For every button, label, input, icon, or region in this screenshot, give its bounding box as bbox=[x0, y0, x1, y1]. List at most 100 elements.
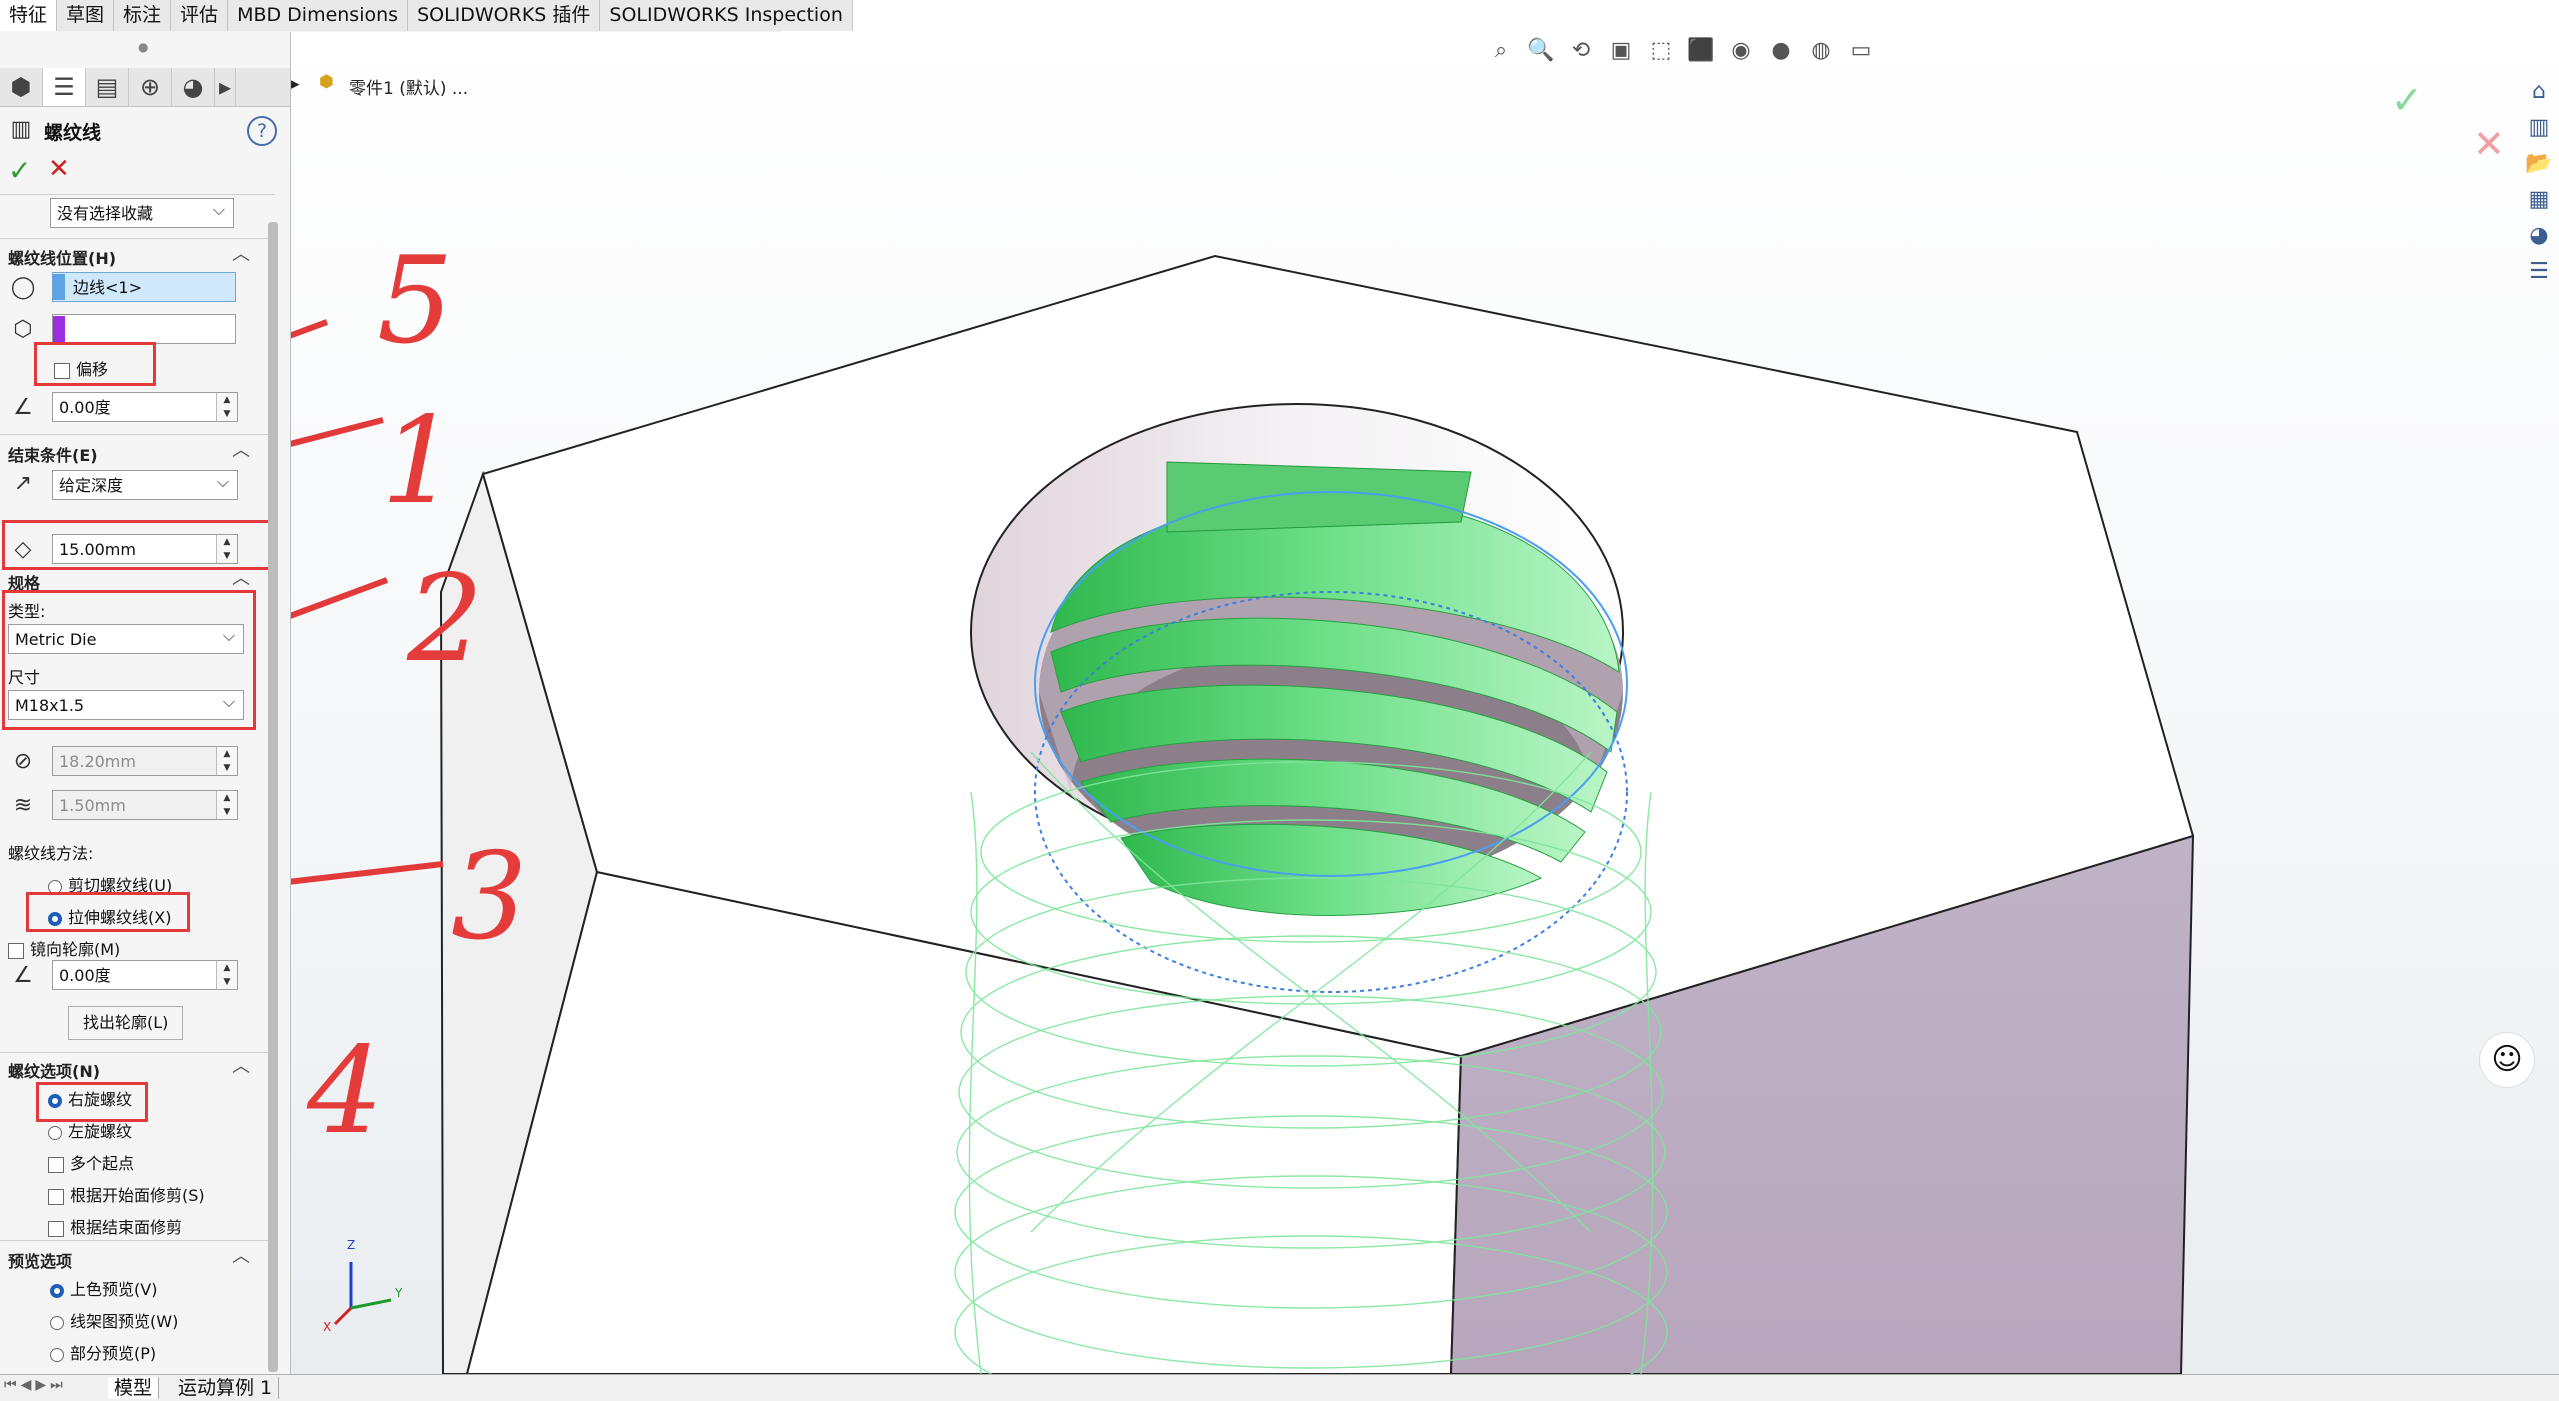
display-style-icon[interactable]: ⬛ bbox=[1686, 38, 1716, 64]
cancel-button[interactable]: ✕ bbox=[48, 154, 70, 184]
reverse-direction-icon[interactable]: ↗ bbox=[8, 468, 38, 498]
appearances-icon[interactable]: ◕ bbox=[2522, 218, 2556, 252]
trim-start-check[interactable] bbox=[48, 1188, 64, 1205]
triad-x-label: X bbox=[323, 1320, 332, 1334]
end-condition-value: 给定深度 bbox=[59, 476, 124, 495]
chevron-up-icon[interactable]: ︿ bbox=[232, 564, 250, 590]
tab-motion-study[interactable]: 运动算例 1 bbox=[172, 1377, 280, 1399]
tab-markup[interactable]: 标注 bbox=[114, 0, 172, 31]
spinner[interactable]: ▲ ▼ bbox=[216, 393, 237, 421]
graphics-viewport[interactable]: Z Y X 5 1 2 3 4 ⌕ 🔍 ⟲ ▣ ⬚ ⬛ ◉ ● ◍ ▭ ▸ ⬢ … bbox=[291, 32, 2559, 1374]
multi-start-label: 多个起点 bbox=[70, 1154, 135, 1173]
dimxpert-tab-icon[interactable]: ⊕ bbox=[129, 68, 172, 106]
radio-circle-selected[interactable] bbox=[50, 1283, 64, 1298]
ok-button[interactable]: ✓ bbox=[8, 154, 31, 187]
preview-wire-label: 线架图预览(W) bbox=[70, 1312, 179, 1331]
chevron-up-icon[interactable]: ︿ bbox=[232, 1052, 250, 1078]
annotation-box bbox=[2, 590, 256, 730]
spinner[interactable]: ▲ ▼ bbox=[216, 791, 237, 819]
favorites-value: 没有选择收藏 bbox=[57, 204, 154, 223]
trim-end-checkbox[interactable]: 根据结束面修剪 bbox=[48, 1214, 182, 1238]
find-profile-button[interactable]: 找出轮廓(L) bbox=[68, 1006, 184, 1040]
profile-angle-field[interactable]: 0.00度 ▲ ▼ bbox=[52, 960, 238, 990]
section-view-icon[interactable]: ▣ bbox=[1606, 38, 1636, 64]
configuration-manager-tab-icon[interactable]: ▤ bbox=[86, 68, 129, 106]
zoom-to-fit-icon[interactable]: ⌕ bbox=[1486, 38, 1516, 64]
help-icon[interactable]: ? bbox=[247, 116, 277, 146]
spinner[interactable]: ▲ ▼ bbox=[216, 961, 237, 989]
profile-angle-value: 0.00度 bbox=[59, 966, 111, 985]
panel-scrollbar[interactable] bbox=[268, 222, 278, 1372]
trim-end-check[interactable] bbox=[48, 1220, 64, 1237]
diameter-field[interactable]: 18.20mm ▲ ▼ bbox=[52, 746, 238, 776]
custom-properties-icon[interactable]: ☰ bbox=[2522, 254, 2556, 288]
property-manager-tab-icon[interactable]: ☰ bbox=[43, 68, 86, 106]
end-condition-dropdown[interactable]: 给定深度 bbox=[52, 467, 238, 500]
view-orientation-icon[interactable]: ⬚ bbox=[1646, 38, 1676, 64]
bottom-tab-bar: ⏮◀▶⏭ 模型 运动算例 1 bbox=[0, 1374, 2559, 1401]
previous-view-icon[interactable]: ⟲ bbox=[1566, 38, 1596, 64]
multi-start-checkbox[interactable]: 多个起点 bbox=[48, 1150, 134, 1174]
property-manager-panel: ● ⬢ ☰ ▤ ⊕ ◕ ▸ ▥ 螺纹线 ? ✓ ✕ 没有选择收藏 螺纹线位置(H… bbox=[0, 32, 291, 1374]
preview-shaded-radio[interactable]: 上色预览(V) bbox=[50, 1276, 157, 1300]
tab-mbd-dimensions[interactable]: MBD Dimensions bbox=[228, 0, 409, 31]
view-settings-icon[interactable]: ▭ bbox=[1846, 38, 1876, 64]
view-palette-icon[interactable]: ▦ bbox=[2522, 182, 2556, 216]
edit-appearance-icon[interactable]: ● bbox=[1766, 38, 1796, 64]
confirm-cancel-icon[interactable]: ✕ bbox=[2473, 122, 2505, 166]
multi-start-check[interactable] bbox=[48, 1156, 64, 1173]
angle-icon: ∠ bbox=[13, 962, 33, 988]
annotation-number: 3 bbox=[451, 828, 528, 967]
tab-scroll-arrows-icon[interactable]: ⏮◀▶⏭ bbox=[4, 1377, 67, 1393]
home-icon[interactable]: ⌂ bbox=[2522, 74, 2556, 108]
panel-grip[interactable]: ● bbox=[138, 40, 148, 54]
tab-evaluate[interactable]: 评估 bbox=[171, 0, 229, 31]
selection-color-swatch bbox=[53, 316, 65, 342]
file-explorer-icon[interactable]: 📂 bbox=[2522, 146, 2556, 180]
face-selection-box[interactable] bbox=[52, 314, 236, 344]
design-library-icon[interactable]: ▥ bbox=[2522, 110, 2556, 144]
radio-circle[interactable] bbox=[50, 1347, 64, 1362]
chevron-up-icon[interactable]: ︿ bbox=[232, 436, 250, 462]
favorites-dropdown[interactable]: 没有选择收藏 bbox=[50, 195, 234, 228]
display-manager-tab-icon[interactable]: ◕ bbox=[172, 68, 215, 106]
assistant-avatar[interactable]: ☺ bbox=[2479, 1032, 2535, 1088]
expand-arrow-icon[interactable]: ▸ bbox=[291, 74, 300, 94]
divider bbox=[0, 434, 275, 435]
spinner[interactable]: ▲ ▼ bbox=[216, 747, 237, 775]
mirror-profile-checkbox[interactable]: 镜向轮廓(M) bbox=[8, 936, 120, 960]
panel-tabs: ⬢ ☰ ▤ ⊕ ◕ ▸ bbox=[0, 68, 290, 107]
hide-show-icon[interactable]: ◉ bbox=[1726, 38, 1756, 64]
tabs-scroll-icon[interactable]: ▸ bbox=[215, 68, 236, 106]
mirror-check[interactable] bbox=[8, 942, 24, 959]
tab-sketch[interactable]: 草图 bbox=[57, 0, 115, 31]
preview-partial-radio[interactable]: 部分预览(P) bbox=[50, 1340, 156, 1364]
chevron-up-icon[interactable]: ︿ bbox=[232, 240, 250, 266]
radio-circle[interactable] bbox=[48, 1125, 62, 1140]
part-icon: ⬢ bbox=[319, 72, 334, 92]
tab-features[interactable]: 特征 bbox=[0, 0, 58, 31]
tab-model[interactable]: 模型 bbox=[108, 1377, 160, 1399]
start-angle-field[interactable]: 0.00度 ▲ ▼ bbox=[52, 392, 238, 422]
trim-start-checkbox[interactable]: 根据开始面修剪(S) bbox=[48, 1182, 205, 1206]
preview-partial-label: 部分预览(P) bbox=[70, 1344, 157, 1363]
annotation-number: 4 bbox=[307, 1022, 384, 1161]
tab-solidworks-inspection[interactable]: SOLIDWORKS Inspection bbox=[600, 0, 853, 31]
tab-solidworks-addins[interactable]: SOLIDWORKS 插件 bbox=[408, 0, 601, 31]
preview-section-title: 预览选项 bbox=[8, 1252, 73, 1271]
apply-scene-icon[interactable]: ◍ bbox=[1806, 38, 1836, 64]
annotation-box bbox=[34, 342, 156, 386]
pitch-field[interactable]: 1.50mm ▲ ▼ bbox=[52, 790, 238, 820]
confirm-ok-icon[interactable]: ✓ bbox=[2391, 78, 2423, 122]
diameter-value: 18.20mm bbox=[59, 752, 136, 771]
triad-y-label: Y bbox=[395, 1286, 403, 1300]
zoom-to-area-icon[interactable]: 🔍 bbox=[1526, 38, 1556, 64]
chevron-up-icon[interactable]: ︿ bbox=[232, 1242, 250, 1268]
tree-node-part[interactable]: 零件1 (默认) ... bbox=[349, 74, 468, 99]
edge-selection-box[interactable]: 边线<1> bbox=[52, 272, 236, 302]
radio-circle[interactable] bbox=[50, 1315, 64, 1330]
left-hand-radio[interactable]: 左旋螺纹 bbox=[48, 1118, 132, 1142]
feature-manager-tab-icon[interactable]: ⬢ bbox=[0, 68, 43, 106]
preview-wire-radio[interactable]: 线架图预览(W) bbox=[50, 1308, 178, 1332]
trim-end-label: 根据结束面修剪 bbox=[70, 1218, 183, 1237]
